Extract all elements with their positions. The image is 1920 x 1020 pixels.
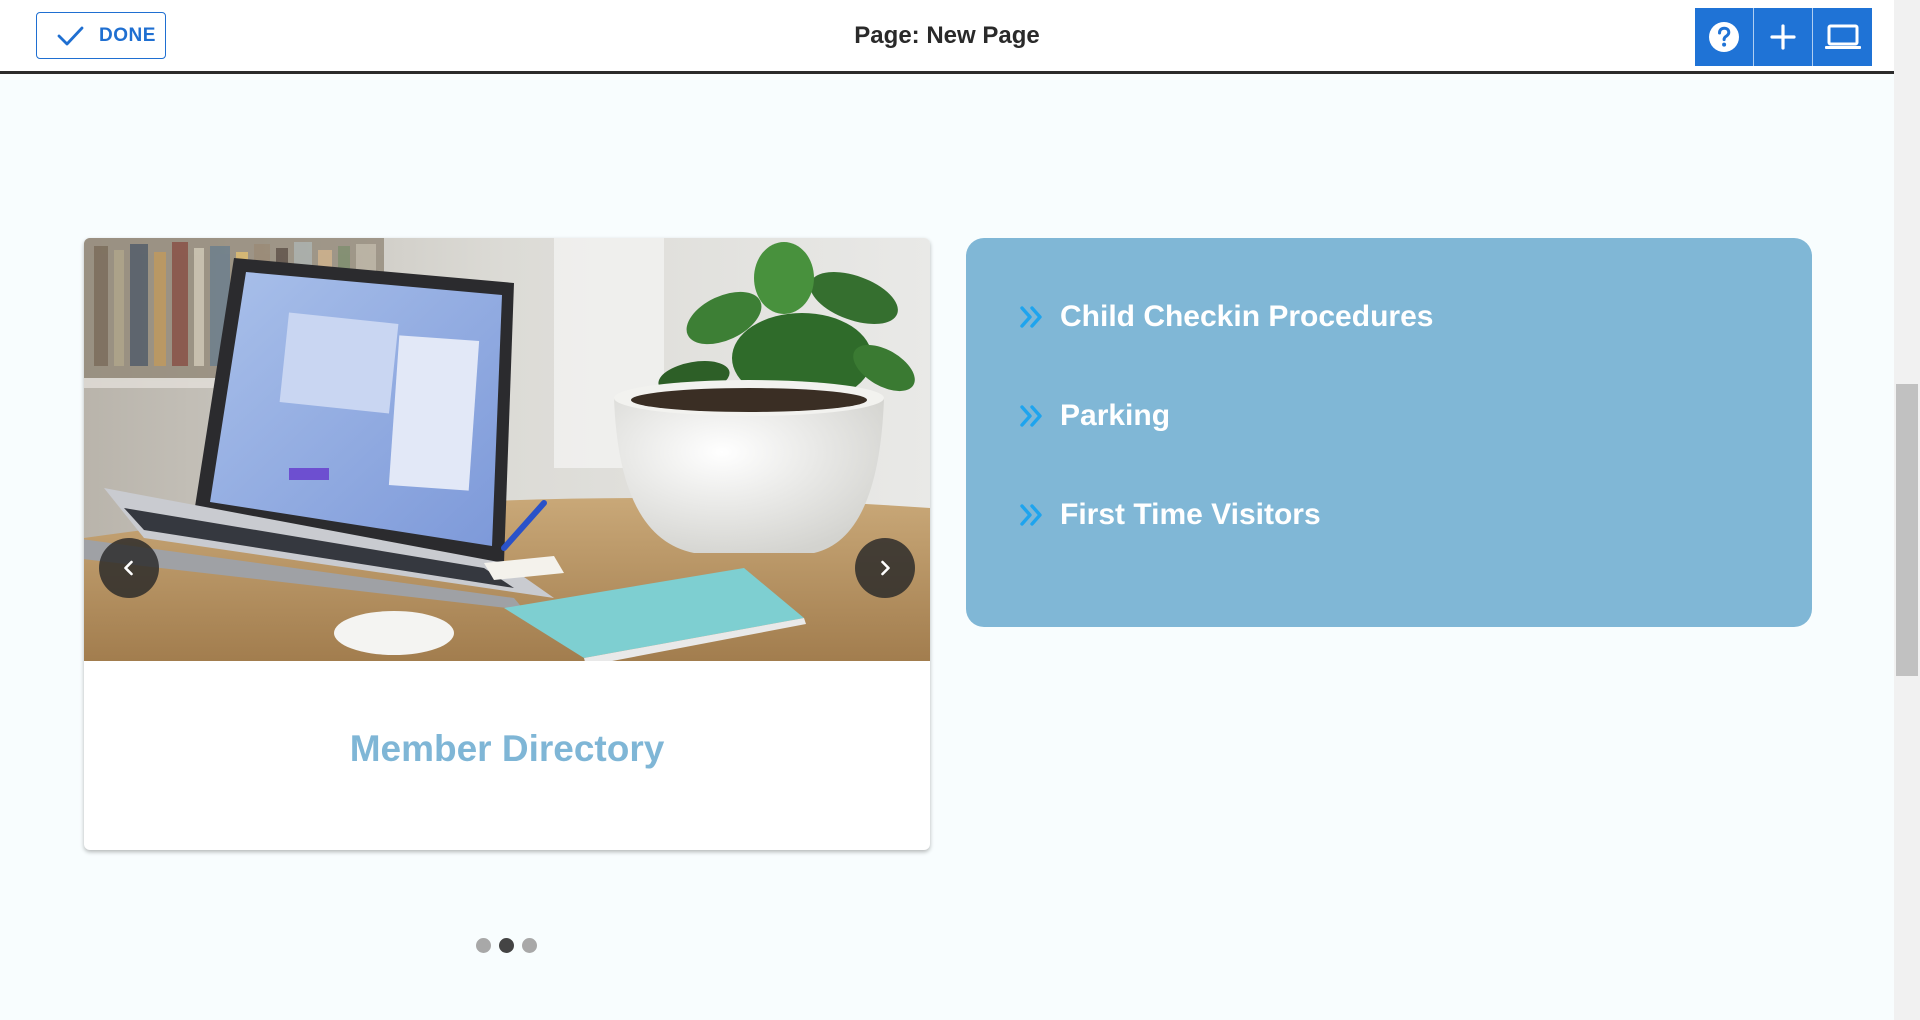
double-chevron-right-icon xyxy=(1020,405,1042,427)
quick-link-label: First Time Visitors xyxy=(1060,498,1321,531)
carousel-dot-1[interactable] xyxy=(476,938,491,953)
chevron-left-icon xyxy=(124,560,133,576)
slide-caption-link[interactable]: Member Directory xyxy=(84,728,930,770)
quick-links-panel: Child Checkin Procedures Parking First T… xyxy=(966,238,1812,627)
double-chevron-right-icon xyxy=(1020,504,1042,526)
carousel-slide-card: Member Directory xyxy=(84,238,930,850)
help-icon xyxy=(1709,22,1739,52)
laptop-desk-photo xyxy=(84,238,930,661)
quick-link-label: Child Checkin Procedures xyxy=(1060,300,1434,333)
laptop-preview-icon xyxy=(1824,24,1861,49)
carousel-prev-button[interactable] xyxy=(99,538,159,598)
add-button[interactable] xyxy=(1754,8,1813,66)
slide-photo xyxy=(84,238,930,661)
carousel-dot-3[interactable] xyxy=(522,938,537,953)
quick-link-parking[interactable]: Parking xyxy=(1018,399,1170,433)
quick-link-first-time-visitors[interactable]: First Time Visitors xyxy=(1018,498,1321,532)
page-title: Page: New Page xyxy=(854,22,1040,49)
preview-device-button[interactable] xyxy=(1813,8,1872,66)
help-button[interactable] xyxy=(1695,8,1754,66)
editor-toolbar: DONE Page: New Page xyxy=(0,0,1894,74)
quick-link-label: Parking xyxy=(1060,399,1171,432)
chevron-right-icon xyxy=(881,560,890,576)
toolbar-actions xyxy=(1695,8,1872,66)
page-scrollbar-thumb[interactable] xyxy=(1896,384,1918,676)
carousel-dot-2[interactable] xyxy=(499,938,514,953)
quick-link-child-checkin[interactable]: Child Checkin Procedures xyxy=(1018,300,1433,334)
add-icon xyxy=(1770,24,1796,50)
double-chevron-right-icon xyxy=(1020,306,1042,328)
carousel-next-button[interactable] xyxy=(855,538,915,598)
carousel-indicators xyxy=(476,938,537,953)
